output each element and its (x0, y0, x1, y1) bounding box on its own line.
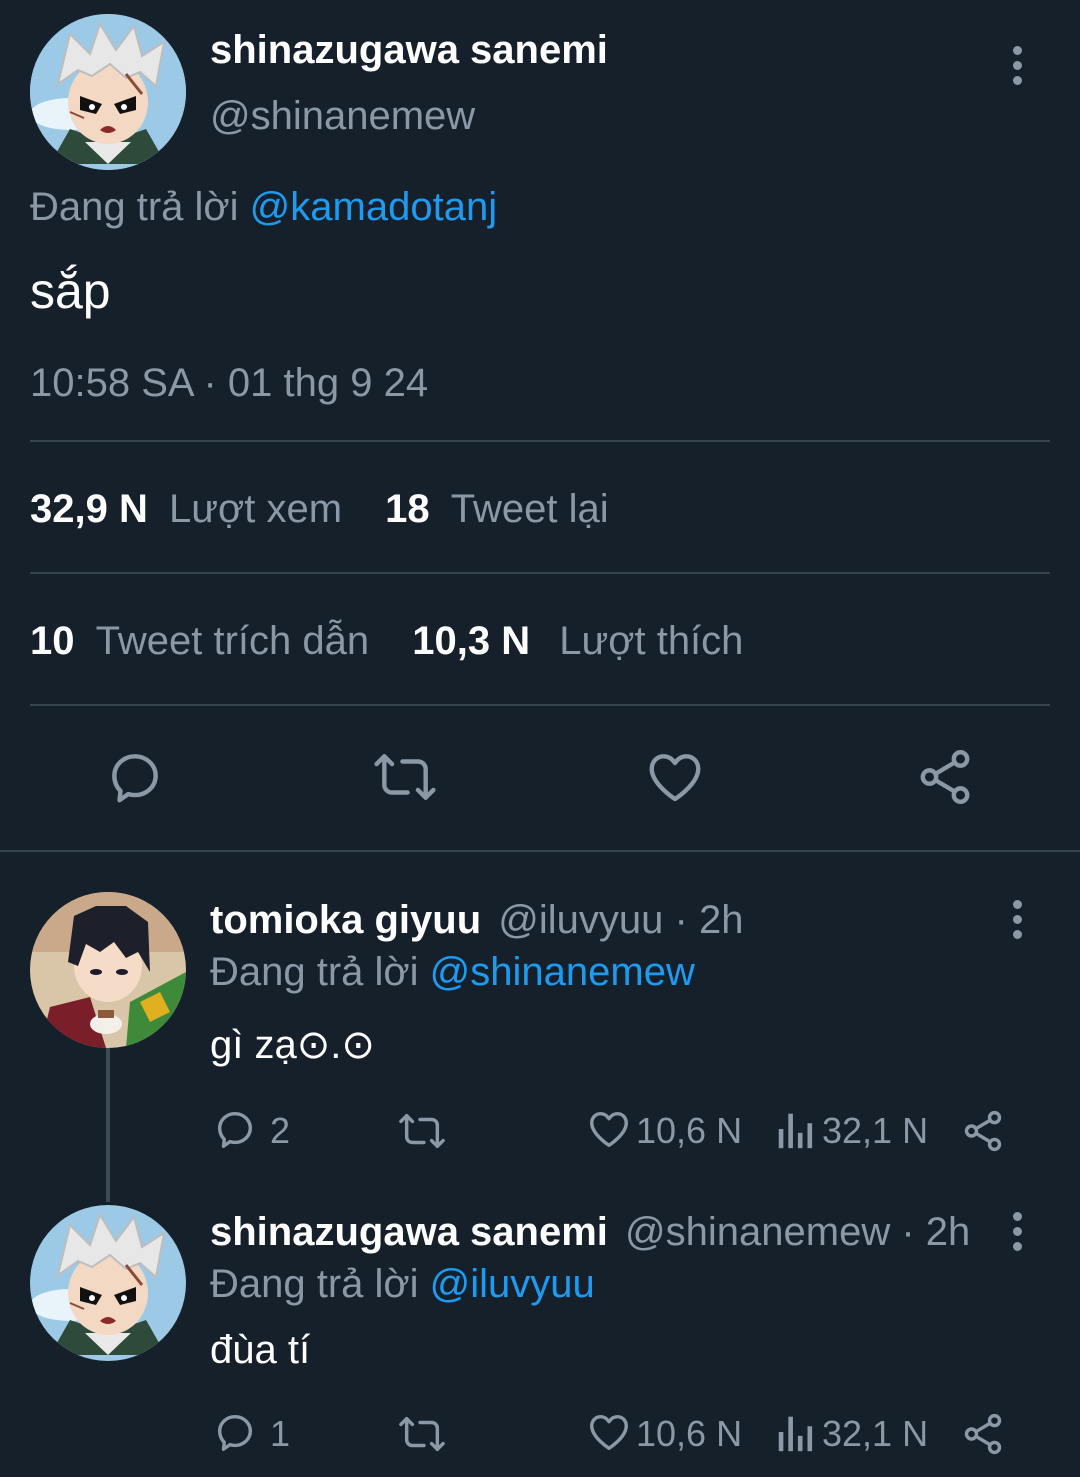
tweet-text: sắp (30, 263, 111, 319)
reply-header: shinazugawa sanemi @shinanemew · 2h (210, 1210, 970, 1255)
reply-time[interactable]: · 2h (675, 898, 744, 942)
stats-row-2: 10 Tweet trích dẫn 10,3 N Lượt thích (30, 619, 743, 664)
divider (30, 704, 1050, 706)
replying-to-line: Đang trả lời @iluvyuu (210, 1262, 595, 1307)
views-stat: 32,9 N Lượt xem (30, 487, 353, 531)
views-label: Lượt xem (168, 487, 343, 531)
quotes-stat[interactable]: 10 Tweet trích dẫn (30, 619, 380, 663)
retweet-icon[interactable] (371, 746, 439, 808)
avatar[interactable] (30, 14, 186, 170)
reply-icon (212, 1409, 258, 1460)
replying-to-link[interactable]: @kamadotanj (250, 185, 497, 229)
replying-prefix: Đang trả lời (210, 950, 419, 994)
like-action[interactable]: 10,6 N (586, 1108, 742, 1154)
more-options-icon[interactable] (1007, 44, 1027, 90)
retweets-count: 18 (385, 487, 430, 531)
share-icon[interactable] (960, 1411, 1006, 1457)
likes-stat[interactable]: 10,3 N Lượt thích (412, 619, 743, 663)
reply-icon[interactable] (104, 746, 166, 808)
reply-text: gì zạ⊙.⊙ (210, 1023, 375, 1067)
stats-row-1: 32,9 N Lượt xem 18 Tweet lại (30, 487, 609, 532)
section-divider (0, 850, 1080, 852)
tweet-timestamp[interactable]: 10:58 SA · 01 thg 9 24 (30, 361, 428, 406)
reply-text: đùa tí (210, 1328, 311, 1372)
like-icon (586, 1409, 632, 1460)
retweets-label: Tweet lại (450, 487, 609, 531)
like-count: 10,6 N (636, 1110, 743, 1151)
more-options-icon[interactable] (1007, 898, 1027, 944)
reply-header: tomioka giyuu @iluvyuu · 2h (210, 898, 743, 943)
author-handle[interactable]: @shinanemew (210, 94, 475, 139)
view-count: 32,1 N (822, 1413, 929, 1454)
author-name[interactable]: shinazugawa sanemi (210, 1210, 608, 1254)
share-icon[interactable] (960, 1108, 1006, 1154)
avatar[interactable] (30, 1205, 186, 1361)
likes-count: 10,3 N (412, 619, 531, 663)
views-chart-icon (776, 1409, 816, 1460)
replying-to-line: Đang trả lời @kamadotanj (30, 185, 497, 230)
replying-to-link[interactable]: @iluvyuu (430, 1262, 595, 1306)
likes-label: Lượt thích (559, 619, 744, 663)
thread-connector (106, 1048, 110, 1202)
more-options-icon[interactable] (1007, 1210, 1027, 1256)
views-action[interactable]: 32,1 N (776, 1411, 928, 1457)
quotes-label: Tweet trích dẫn (95, 619, 370, 663)
author-handle[interactable]: @shinanemew (625, 1210, 890, 1254)
share-icon[interactable] (914, 746, 976, 808)
author-handle[interactable]: @iluvyuu (498, 898, 663, 942)
reply-action[interactable]: 2 (212, 1108, 290, 1154)
replying-to-line: Đang trả lời @shinanemew (210, 950, 695, 995)
replying-prefix: Đang trả lời (210, 1262, 419, 1306)
reply-icon (212, 1106, 258, 1157)
like-icon[interactable] (644, 746, 706, 808)
views-count: 32,9 N (30, 487, 148, 531)
views-chart-icon (776, 1106, 816, 1157)
author-name[interactable]: shinazugawa sanemi (210, 28, 608, 73)
author-name[interactable]: tomioka giyuu (210, 898, 481, 942)
reply-count: 1 (270, 1413, 291, 1454)
replying-prefix: Đang trả lời (30, 185, 239, 229)
retweet-icon[interactable] (396, 1411, 448, 1457)
like-icon (586, 1106, 632, 1157)
views-action[interactable]: 32,1 N (776, 1108, 928, 1154)
retweet-icon[interactable] (396, 1108, 448, 1154)
replying-to-link[interactable]: @shinanemew (430, 950, 695, 994)
reply-time[interactable]: · 2h (901, 1210, 970, 1254)
like-count: 10,6 N (636, 1413, 743, 1454)
view-count: 32,1 N (822, 1110, 929, 1151)
retweets-stat[interactable]: 18 Tweet lại (385, 487, 608, 531)
divider (30, 440, 1050, 442)
quotes-count: 10 (30, 619, 75, 663)
divider (30, 572, 1050, 574)
reply-count: 2 (270, 1110, 291, 1151)
reply-action[interactable]: 1 (212, 1411, 290, 1457)
avatar[interactable] (30, 892, 186, 1048)
like-action[interactable]: 10,6 N (586, 1411, 742, 1457)
